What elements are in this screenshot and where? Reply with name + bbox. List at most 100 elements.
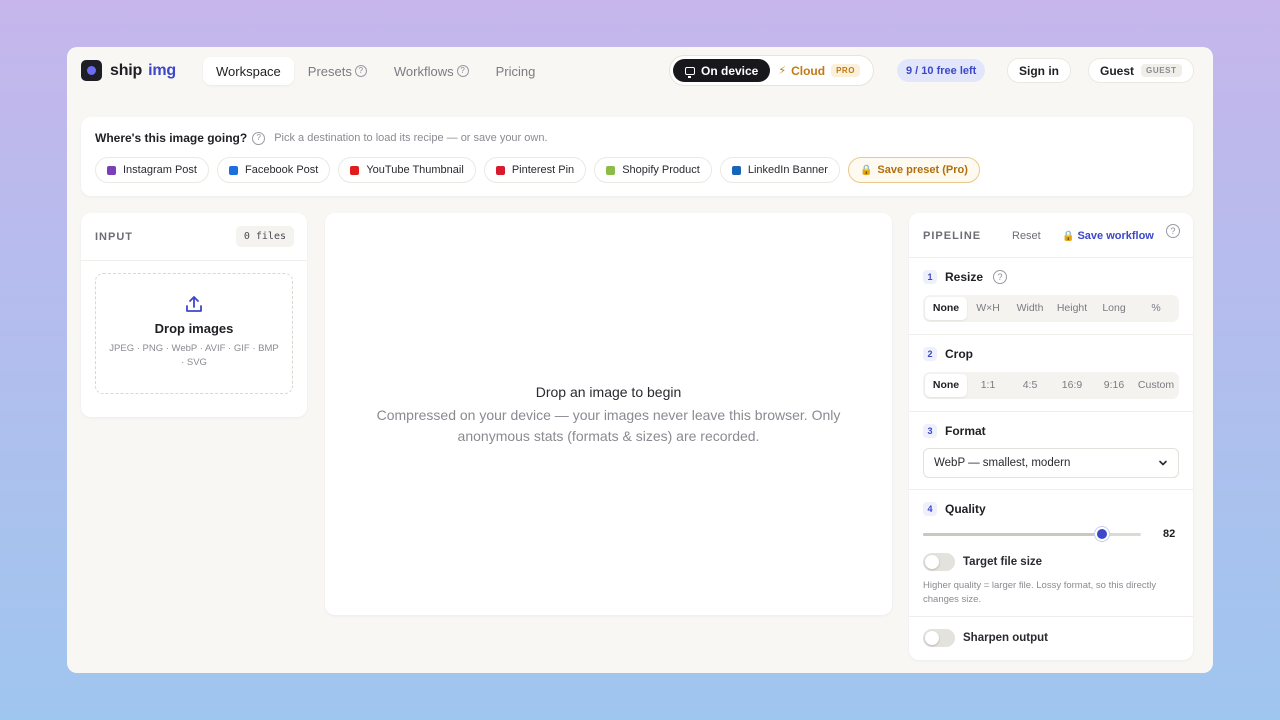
chip-facebook-post[interactable]: Facebook Post [216, 157, 331, 183]
shopify-icon [606, 165, 616, 175]
quality-hint: Higher quality = larger file. Lossy form… [923, 580, 1157, 605]
files-count-badge: 0 files [235, 226, 294, 247]
crop-mode-selector: None 1:1 4:5 16:9 9:16 Custom [923, 372, 1179, 399]
logo-icon [81, 60, 102, 81]
brand-name-second: img [148, 61, 176, 79]
chip-linkedin-banner[interactable]: LinkedIn Banner [719, 157, 840, 183]
quality-value: 82 [1163, 528, 1176, 540]
main-nav: Workspace Presets ? Workflows ? Pricing [203, 57, 549, 85]
target-size-row: Target file size [923, 553, 1042, 571]
pipeline-panel: PIPELINE Reset 🔒 Save workflow ? 1 Resize… [909, 213, 1193, 660]
input-label: INPUT [95, 231, 133, 243]
resize-option-none[interactable]: None [925, 297, 967, 320]
help-icon[interactable]: ? [1166, 224, 1180, 238]
logo[interactable]: ship img [81, 60, 176, 81]
destination-title: Where's this image going? [95, 131, 248, 145]
crop-option-4-5[interactable]: 4:5 [1009, 374, 1051, 397]
save-workflow-button[interactable]: 🔒 Save workflow [1062, 230, 1154, 242]
preview-canvas[interactable]: Drop an image to begin Compressed on you… [325, 213, 892, 615]
guest-badge: GUEST [1141, 64, 1182, 77]
cloud-button[interactable]: ⚡ Cloud PRO [778, 64, 860, 78]
help-icon: ? [354, 65, 367, 77]
resize-option-width[interactable]: Width [1009, 297, 1051, 320]
divider [909, 616, 1193, 617]
sharpen-label: Sharpen output [963, 632, 1048, 644]
input-panel: INPUT 0 files Drop images JPEG · PNG · W… [81, 213, 307, 417]
dropzone-title: Drop images [154, 321, 234, 336]
resize-option-height[interactable]: Height [1051, 297, 1093, 320]
nav-workflows[interactable]: Workflows ? [381, 57, 482, 85]
pinterest-icon [495, 165, 505, 175]
canvas-title: Drop an image to begin [535, 384, 682, 400]
canvas-subtitle: Compressed on your device — your images … [376, 407, 841, 444]
step-number: 4 [923, 502, 937, 516]
free-credits-badge[interactable]: 9 / 10 free left [897, 59, 986, 82]
app-window: ship img Workspace Presets ? Workflows ? … [67, 47, 1213, 673]
divider [909, 489, 1193, 490]
step-quality: 4 Quality [923, 502, 986, 516]
resize-option-percent[interactable]: % [1135, 297, 1177, 320]
supported-formats: JPEG · PNG · WebP · AVIF · GIF · BMP · S… [109, 343, 279, 368]
crop-option-16-9[interactable]: 16:9 [1051, 374, 1093, 397]
top-bar: ship img Workspace Presets ? Workflows ? … [67, 47, 1213, 95]
chip-instagram-post[interactable]: Instagram Post [95, 157, 209, 183]
upload-icon [186, 296, 202, 312]
step-title: Format [945, 424, 986, 438]
instagram-icon [107, 165, 116, 175]
crop-option-none[interactable]: None [925, 374, 967, 397]
crop-option-1-1[interactable]: 1:1 [967, 374, 1009, 397]
destination-card: Where's this image going? ? Pick a desti… [81, 117, 1193, 196]
help-icon[interactable]: ? [252, 131, 266, 145]
divider [81, 260, 307, 261]
nav-pricing[interactable]: Pricing [483, 57, 549, 85]
youtube-icon [350, 165, 360, 175]
step-crop: 2 Crop [923, 347, 973, 361]
reset-button[interactable]: Reset [1012, 230, 1041, 242]
chip-pinterest-pin[interactable]: Pinterest Pin [483, 157, 587, 183]
step-format: 3 Format [923, 424, 986, 438]
monitor-icon [685, 66, 695, 78]
nav-presets[interactable]: Presets ? [295, 57, 380, 85]
destination-chips: Instagram Post Facebook Post YouTube Thu… [95, 157, 988, 183]
slider-thumb[interactable] [1094, 527, 1109, 541]
crop-option-9-16[interactable]: 9:16 [1093, 374, 1135, 397]
crop-option-custom[interactable]: Custom [1135, 374, 1177, 397]
chevron-down-icon [1159, 460, 1167, 466]
target-size-toggle[interactable] [923, 553, 955, 571]
sharpen-row: Sharpen output [923, 629, 1048, 647]
chip-youtube-thumbnail[interactable]: YouTube Thumbnail [338, 157, 476, 183]
chip-shopify-product[interactable]: Shopify Product [594, 157, 712, 183]
step-number: 2 [923, 347, 937, 361]
sharpen-toggle[interactable] [923, 629, 955, 647]
account-menu[interactable]: Guest GUEST [1088, 58, 1194, 83]
target-size-label: Target file size [963, 556, 1043, 568]
step-number: 3 [923, 424, 937, 438]
step-number: 1 [923, 270, 937, 284]
help-icon: ? [456, 65, 469, 77]
help-icon[interactable]: ? [993, 270, 1008, 284]
slider-fill [923, 533, 1102, 536]
facebook-icon [228, 165, 238, 175]
lightning-icon: ⚡ [778, 65, 787, 77]
resize-option-long[interactable]: Long [1093, 297, 1135, 320]
brand-name-first: ship [110, 61, 143, 79]
format-select[interactable]: WebP — smallest, modern [923, 448, 1179, 478]
on-device-button[interactable]: On device [673, 59, 771, 82]
resize-mode-selector: None W×H Width Height Long % [923, 295, 1179, 322]
lock-icon: 🔒 [859, 164, 873, 176]
linkedin-icon [731, 165, 741, 175]
destination-subtitle: Pick a destination to load its recipe — … [274, 132, 548, 144]
sign-in-button[interactable]: Sign in [1007, 58, 1071, 83]
save-preset-button[interactable]: 🔒 Save preset (Pro) [847, 157, 980, 183]
quality-slider[interactable] [923, 527, 1141, 541]
format-select-value: WebP — smallest, modern [934, 457, 1071, 469]
divider [909, 411, 1193, 412]
step-resize: 1 Resize ? [923, 270, 1008, 284]
image-dropzone[interactable]: Drop images JPEG · PNG · WebP · AVIF · G… [95, 273, 293, 394]
step-title: Resize [945, 270, 984, 284]
divider [909, 334, 1193, 335]
step-title: Crop [945, 347, 973, 361]
nav-workspace[interactable]: Workspace [203, 57, 294, 85]
divider [909, 257, 1193, 258]
resize-option-wxh[interactable]: W×H [967, 297, 1009, 320]
